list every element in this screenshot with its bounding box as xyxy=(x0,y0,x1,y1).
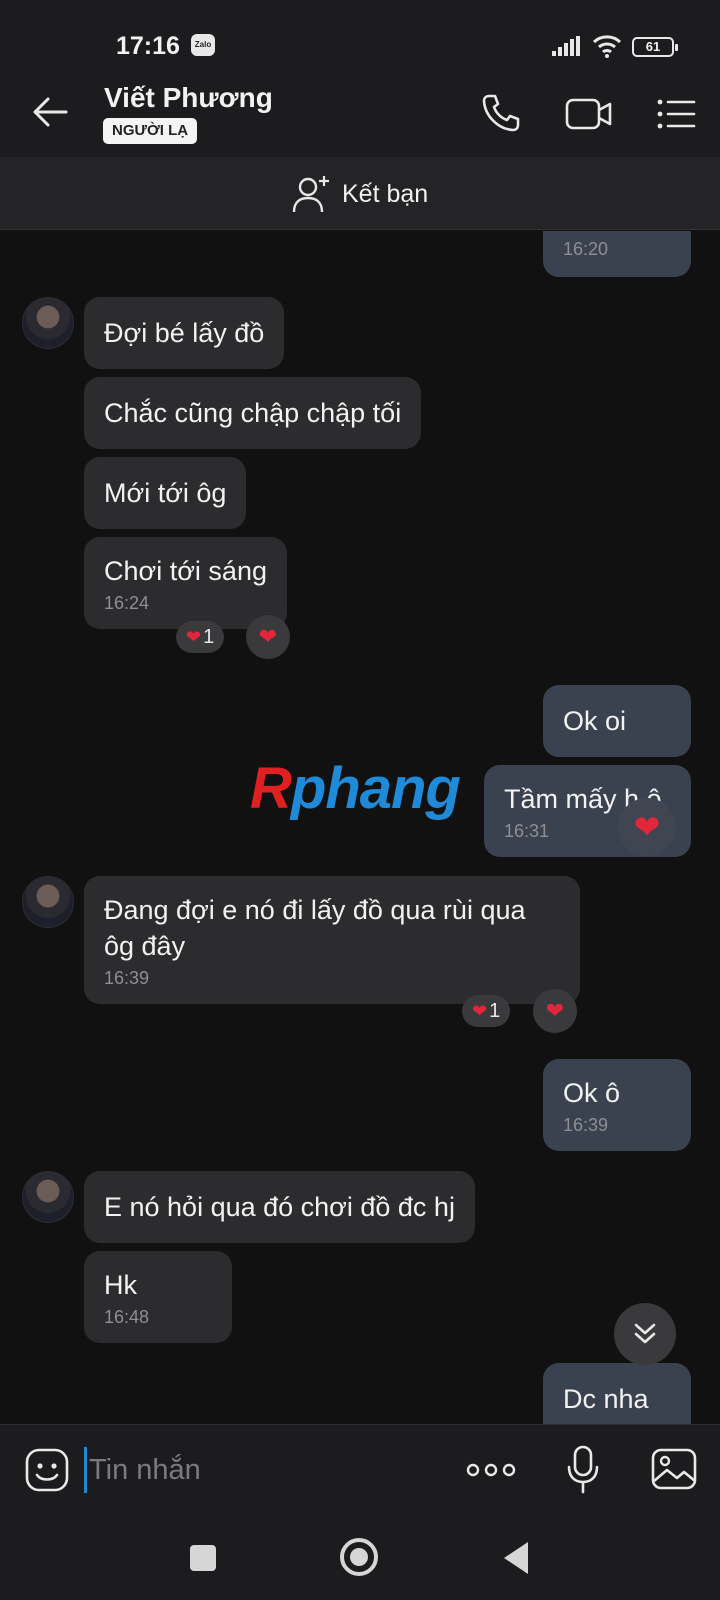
battery-icon: 61 xyxy=(632,37,678,57)
back-arrow-icon[interactable] xyxy=(28,90,72,134)
message-bubble-incoming[interactable]: Đợi bé lấy đồ xyxy=(84,297,285,369)
zalo-notification-icon: Zalo xyxy=(191,34,215,56)
add-friend-button[interactable]: Kết bạn xyxy=(292,173,428,215)
contact-avatar[interactable] xyxy=(22,876,74,928)
system-back-button[interactable] xyxy=(504,1542,528,1574)
message-text: Đợi bé lấy đồ xyxy=(104,318,265,348)
reaction-count: 1 xyxy=(489,999,501,1022)
home-button[interactable] xyxy=(340,1538,378,1576)
mic-icon[interactable] xyxy=(566,1445,600,1495)
contact-name[interactable]: Viết Phương xyxy=(104,82,273,114)
heart-icon: ❤ xyxy=(186,626,202,647)
message-input[interactable] xyxy=(84,1447,424,1493)
heart-react-button[interactable]: ❤ xyxy=(533,989,577,1033)
message-bubble-outgoing[interactable]: Dc nha xyxy=(543,1363,691,1424)
contact-avatar[interactable] xyxy=(22,1171,74,1223)
phone-icon[interactable] xyxy=(480,92,522,134)
message-text: E nó hỏi qua đó chơi đồ đc hj xyxy=(104,1192,455,1222)
message-bubble-outgoing[interactable]: Ok ô 16:39 xyxy=(543,1059,691,1151)
add-friend-label: Kết bạn xyxy=(342,179,429,208)
message-bubble-incoming[interactable]: Mới tới ôg xyxy=(84,457,247,529)
message-bubble-incoming[interactable]: Chơi tới sáng 16:24 xyxy=(84,537,287,629)
message-text: Chơi tới sáng xyxy=(104,556,267,586)
message-text: Chắc cũng chập chập tối xyxy=(104,398,402,428)
reaction-summary[interactable]: ❤ 1 xyxy=(462,995,511,1027)
heart-react-button[interactable]: ❤ xyxy=(246,615,290,659)
chat-header: Viết Phương NGƯỜI LẠ xyxy=(0,70,720,157)
signal-icon xyxy=(552,36,580,56)
add-person-icon xyxy=(292,176,329,213)
heart-icon: ❤ xyxy=(472,1000,488,1021)
message-bubble-incoming[interactable]: Đang đợi e nó đi lấy đồ qua rùi qua ôg đ… xyxy=(84,876,580,1004)
message-bubble-outgoing[interactable]: 16:20 xyxy=(543,231,691,277)
chevron-double-down-icon xyxy=(634,1323,656,1344)
message-text: Ok ô xyxy=(563,1078,621,1108)
message-time: 16:39 xyxy=(563,1115,609,1135)
message-text: Đang đợi e nó đi lấy đồ qua rùi qua ôg đ… xyxy=(104,895,526,961)
stranger-badge: NGƯỜI LẠ xyxy=(103,118,198,144)
battery-level: 61 xyxy=(645,39,661,54)
heart-icon[interactable]: ❤ xyxy=(618,798,676,856)
system-nav-bar xyxy=(0,1516,720,1600)
message-time: 16:24 xyxy=(104,593,150,613)
message-bubble-incoming[interactable]: E nó hỏi qua đó chơi đồ đc hj xyxy=(84,1171,475,1243)
message-bubble-outgoing[interactable]: Ok oi xyxy=(543,685,691,757)
message-bubble-incoming[interactable]: Hk 16:48 xyxy=(84,1251,232,1343)
recent-apps-button[interactable] xyxy=(190,1545,216,1571)
more-icon[interactable] xyxy=(466,1455,516,1485)
message-time: 16:39 xyxy=(104,968,150,988)
message-text: Ok oi xyxy=(563,706,627,736)
video-icon[interactable] xyxy=(565,94,613,134)
status-bar: 17:16 Zalo 61 xyxy=(0,0,720,70)
message-time: 16:20 xyxy=(563,239,609,259)
message-list[interactable]: 16:20 Đợi bé lấy đồ Chắc cũng chập chập … xyxy=(0,231,720,1424)
add-friend-bar: Kết bạn xyxy=(0,157,720,230)
status-time: 17:16 xyxy=(116,32,180,60)
wifi-icon xyxy=(592,35,622,58)
message-time: 16:48 xyxy=(104,1307,150,1327)
message-text: Dc nha xyxy=(563,1384,649,1414)
watermark-logo: Rphang xyxy=(250,756,461,821)
message-text: Mới tới ôg xyxy=(104,478,227,508)
list-menu-icon[interactable] xyxy=(656,94,696,134)
reaction-count: 1 xyxy=(203,625,215,648)
scroll-to-bottom-button[interactable] xyxy=(614,1303,676,1365)
message-composer xyxy=(0,1424,720,1516)
message-text: Hk xyxy=(104,1270,137,1300)
contact-avatar[interactable] xyxy=(22,297,74,349)
gallery-icon[interactable] xyxy=(650,1447,698,1491)
sticker-icon[interactable] xyxy=(24,1447,70,1493)
reaction-summary[interactable]: ❤ 1 xyxy=(176,621,225,653)
message-bubble-incoming[interactable]: Chắc cũng chập chập tối xyxy=(84,377,422,449)
